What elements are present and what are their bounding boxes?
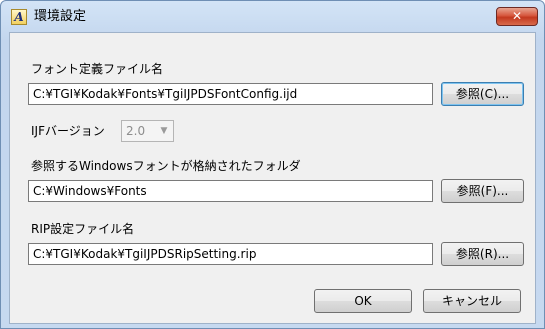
cancel-button[interactable]: キャンセル [423,289,521,313]
close-icon: ✕ [511,9,523,23]
ok-button[interactable]: OK [314,289,412,313]
browse-windows-fonts-button[interactable]: 参照(F)... [441,179,524,203]
title-bar[interactable]: A 環境設定 ✕ [1,1,544,33]
browse-font-def-button[interactable]: 参照(C)... [441,82,524,106]
windows-fonts-label: 参照するWindowsフォントが格納されたフォルダ [31,159,301,173]
ijf-version-select[interactable]: 2.0 ▼ [121,120,174,142]
dialog-body: フォント定義ファイル名 C:¥TGI¥Kodak¥Fonts¥TgiIJPDSF… [9,32,536,324]
rip-setting-label: RIP設定ファイル名 [31,222,135,236]
windows-fonts-path-field[interactable]: C:¥Windows¥Fonts [28,180,433,202]
rip-setting-path-field[interactable]: C:¥TGI¥Kodak¥TgiIJPDSRipSetting.rip [28,243,433,265]
chevron-down-icon: ▼ [160,126,168,136]
window-title: 環境設定 [34,9,87,24]
app-icon: A [11,9,27,25]
font-def-path-field[interactable]: C:¥TGI¥Kodak¥Fonts¥TgiIJPDSFontConfig.ij… [28,83,433,105]
settings-dialog: A 環境設定 ✕ フォント定義ファイル名 C:¥TGI¥Kodak¥Fonts¥… [0,0,545,329]
close-button[interactable]: ✕ [496,7,538,26]
ijf-version-value: 2.0 [126,124,146,138]
browse-rip-setting-button[interactable]: 参照(R)... [441,242,524,266]
font-def-label: フォント定義ファイル名 [31,62,164,76]
ijf-version-label: IJFバージョン [31,124,105,138]
